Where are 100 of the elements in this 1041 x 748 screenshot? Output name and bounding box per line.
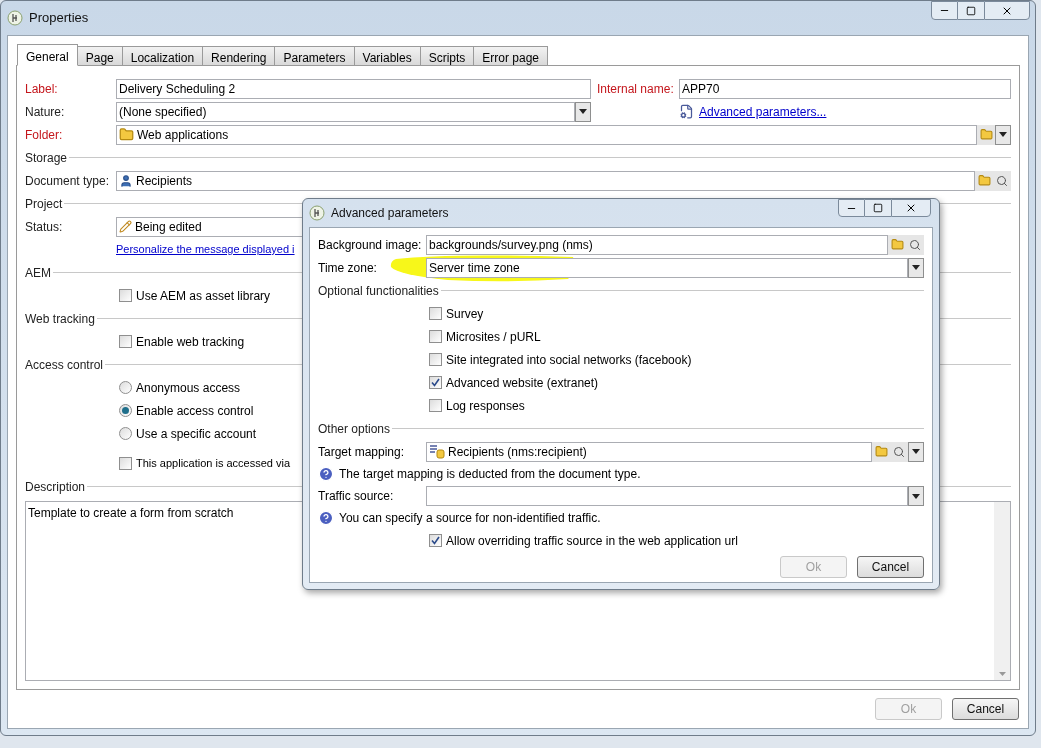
folder-icon <box>977 174 991 187</box>
checkbox-box[interactable] <box>429 307 442 320</box>
tab[interactable]: Scripts <box>419 46 475 66</box>
close-button[interactable] <box>984 1 1030 20</box>
checkbox-box[interactable] <box>119 289 132 302</box>
document-type-field[interactable]: Recipients <box>116 170 975 191</box>
checkbox[interactable]: This application is accessed via <box>119 455 291 472</box>
pencil-icon <box>119 220 132 233</box>
help-icon <box>318 510 334 526</box>
tab[interactable]: Rendering <box>202 46 276 66</box>
window-title: Properties <box>29 9 89 28</box>
dropdown-button[interactable] <box>908 486 924 506</box>
dialog-button[interactable]: Cancel <box>857 556 924 578</box>
search-button[interactable] <box>890 441 908 462</box>
dropdown-button[interactable] <box>908 257 924 278</box>
personalize-message-link[interactable]: Personalize the message displayed i <box>116 241 295 258</box>
advanced-parameters-link[interactable]: Advanced parameters... <box>699 102 827 121</box>
checkbox[interactable]: Survey <box>429 304 484 323</box>
dialog-title: Advanced parameters <box>331 205 449 222</box>
close-icon <box>905 202 917 214</box>
checkbox[interactable]: Advanced website (extranet) <box>429 373 599 392</box>
browse-button[interactable] <box>872 441 890 462</box>
app-icon <box>7 10 23 26</box>
tab[interactable]: Localization <box>121 46 204 66</box>
schema-icon <box>429 444 445 459</box>
label-field[interactable]: Delivery Scheduling 2 <box>116 78 591 99</box>
field-label: Status: <box>25 218 64 236</box>
checkbox-box[interactable] <box>429 399 442 412</box>
folder-icon <box>119 127 134 142</box>
field-label: Target mapping: <box>318 443 406 461</box>
browse-button[interactable] <box>975 170 993 191</box>
section-heading: Optional functionalities <box>318 282 439 300</box>
person-icon <box>119 173 133 188</box>
maximize-button[interactable] <box>958 1 984 20</box>
section-heading: AEM <box>25 264 51 282</box>
dropdown-button[interactable] <box>575 101 591 122</box>
folder-icon <box>874 445 888 458</box>
minimize-button[interactable] <box>838 199 865 217</box>
background-image-field[interactable]: backgrounds/survey.png (nms) <box>426 234 888 255</box>
caret-icon <box>912 493 920 499</box>
hint-text: The target mapping is deducted from the document type. <box>339 466 641 483</box>
dropdown-button[interactable] <box>908 441 924 462</box>
section-heading: Storage <box>25 149 68 167</box>
folder-icon <box>979 128 993 141</box>
radio-button[interactable] <box>119 381 132 394</box>
search-button[interactable] <box>993 170 1011 191</box>
tab[interactable]: Error page <box>473 46 549 66</box>
check-icon <box>431 378 440 387</box>
checkbox-box[interactable] <box>429 330 442 343</box>
checkbox[interactable]: Enable web tracking <box>119 332 245 351</box>
field-label: Document type: <box>25 172 111 190</box>
checkbox-box[interactable] <box>429 353 442 366</box>
search-icon <box>893 445 905 458</box>
section-heading: Other options <box>318 420 391 438</box>
minimize-button[interactable] <box>931 1 958 20</box>
field-label: Internal name: <box>597 80 675 98</box>
check-icon <box>431 536 440 545</box>
tab[interactable]: Variables <box>353 46 421 66</box>
tab[interactable]: General <box>17 44 78 66</box>
maximize-button[interactable] <box>865 199 891 217</box>
folder-icon <box>890 238 904 251</box>
folder-field[interactable]: Web applications <box>116 124 977 145</box>
tab[interactable]: Parameters <box>274 46 355 66</box>
time-zone-dropdown[interactable]: Server time zone <box>426 257 908 278</box>
caret-icon <box>999 132 1007 137</box>
radio-option[interactable]: Use a specific account <box>119 424 257 443</box>
checkbox-box[interactable] <box>119 457 132 470</box>
caret-icon <box>912 265 920 270</box>
tab[interactable]: Page <box>76 46 123 66</box>
field-label: Folder: <box>25 126 64 144</box>
radio-option[interactable]: Enable access control <box>119 401 254 420</box>
field-label: Label: <box>25 80 59 98</box>
internal-name-field[interactable]: APP70 <box>679 78 1011 99</box>
search-icon <box>996 174 1008 187</box>
checkbox[interactable]: Use AEM as asset library <box>119 286 271 305</box>
checkbox[interactable]: Allow overriding traffic source in the web application url <box>429 531 738 550</box>
target-mapping-field[interactable]: Recipients (nms:recipient) <box>426 441 872 462</box>
dropdown-button[interactable] <box>995 124 1011 145</box>
checkbox[interactable]: Log responses <box>429 396 525 415</box>
checkbox-box[interactable] <box>429 376 442 389</box>
help-icon <box>318 466 334 482</box>
app-icon <box>309 205 325 221</box>
radio-button[interactable] <box>119 427 132 440</box>
radio-option[interactable]: Anonymous access <box>119 378 241 397</box>
section-heading: Access control <box>25 356 104 374</box>
section-heading: Project <box>25 195 63 213</box>
search-button[interactable] <box>906 234 924 255</box>
checkbox[interactable]: Microsites / pURL <box>429 327 541 346</box>
checkbox-box[interactable] <box>429 534 442 547</box>
nature-dropdown[interactable]: (None specified) <box>116 101 575 122</box>
scrollbar[interactable] <box>994 502 1010 680</box>
scroll-down-icon <box>998 672 1006 676</box>
caret-icon <box>912 449 920 454</box>
dialog-button[interactable]: Cancel <box>952 698 1019 720</box>
field-label: Nature: <box>25 103 66 121</box>
checkbox-box[interactable] <box>119 335 132 348</box>
checkbox[interactable]: Site integrated into social networks (facebook) <box>429 350 692 369</box>
search-icon <box>909 238 921 251</box>
close-button[interactable] <box>891 199 931 217</box>
radio-button[interactable] <box>119 404 132 417</box>
